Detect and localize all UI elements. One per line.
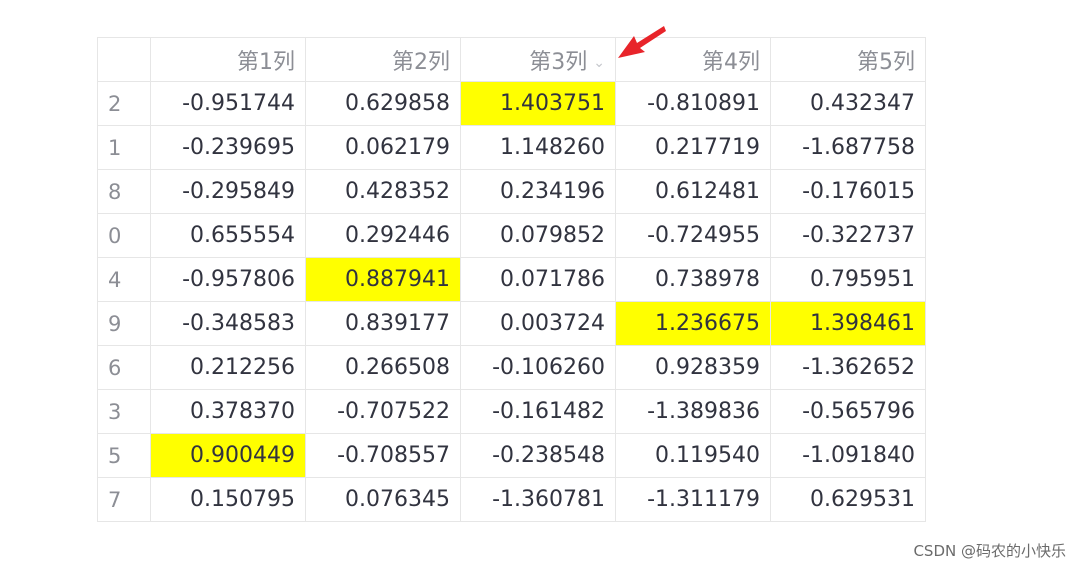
row-index-cell: 7 xyxy=(97,477,151,522)
table-cell[interactable]: 0.292446 xyxy=(305,213,461,258)
table-cell[interactable]: 0.234196 xyxy=(460,169,616,214)
table-cell[interactable]: 0.079852 xyxy=(460,213,616,258)
table-cell[interactable]: 0.629858 xyxy=(305,81,461,126)
table-row: 0 0.655554 0.292446 0.079852 -0.724955 -0.322… xyxy=(97,213,926,258)
table-body: 2 -0.951744 0.629858 1.403751 -0.810891 0.432… xyxy=(97,81,926,522)
table-cell[interactable]: -0.957806 xyxy=(150,257,306,302)
table-row: 8 -0.295849 0.428352 0.234196 0.612481 -0.176… xyxy=(97,169,926,214)
table-cell[interactable]: 0.612481 xyxy=(615,169,771,214)
table-cell[interactable]: -0.707522 xyxy=(305,389,461,434)
dataframe-table: 第1列 第2列 第3列 ⌄ 第4列 第5列 2 -0.951744 0.629858 1… xyxy=(97,37,926,522)
table-cell[interactable]: 0.071786 xyxy=(460,257,616,302)
row-index-cell: 8 xyxy=(97,169,151,214)
table-cell[interactable]: -0.565796 xyxy=(770,389,926,434)
table-cell[interactable]: -1.091840 xyxy=(770,433,926,478)
table-cell[interactable]: -0.238548 xyxy=(460,433,616,478)
table-cell[interactable]: 0.150795 xyxy=(150,477,306,522)
table-cell[interactable]: 0.212256 xyxy=(150,345,306,390)
table-cell[interactable]: -1.687758 xyxy=(770,125,926,170)
table-cell[interactable]: -1.360781 xyxy=(460,477,616,522)
table-cell[interactable]: -0.322737 xyxy=(770,213,926,258)
row-index-cell: 2 xyxy=(97,81,151,126)
row-index-cell: 0 xyxy=(97,213,151,258)
table-cell[interactable]: 0.217719 xyxy=(615,125,771,170)
column-header-label: 第4列 xyxy=(702,49,760,75)
column-header-5[interactable]: 第5列 xyxy=(770,37,926,82)
table-cell[interactable]: -1.362652 xyxy=(770,345,926,390)
column-header-label: 第2列 xyxy=(392,49,450,75)
table-cell[interactable]: -0.951744 xyxy=(150,81,306,126)
table-cell[interactable]: 0.795951 xyxy=(770,257,926,302)
table-cell[interactable]: 0.378370 xyxy=(150,389,306,434)
row-index-cell: 4 xyxy=(97,257,151,302)
table-cell[interactable]: -0.810891 xyxy=(615,81,771,126)
table-row: 4 -0.957806 0.887941 0.071786 0.738978 0.7959… xyxy=(97,257,926,302)
table-cell[interactable]: -0.708557 xyxy=(305,433,461,478)
column-header-label: 第3列 xyxy=(529,49,588,75)
table-cell[interactable]: 0.738978 xyxy=(615,257,771,302)
table-cell[interactable]: 0.655554 xyxy=(150,213,306,258)
row-index-cell: 9 xyxy=(97,301,151,346)
column-header-label: 第1列 xyxy=(237,49,295,75)
table-cell[interactable]: 1.398461 xyxy=(770,301,926,346)
column-header-label: 第5列 xyxy=(857,49,915,75)
table-cell[interactable]: 0.629531 xyxy=(770,477,926,522)
table-cell[interactable]: 0.003724 xyxy=(460,301,616,346)
row-index-cell: 5 xyxy=(97,433,151,478)
table-cell[interactable]: -0.161482 xyxy=(460,389,616,434)
table-cell[interactable]: 0.928359 xyxy=(615,345,771,390)
table-cell[interactable]: 0.432347 xyxy=(770,81,926,126)
row-index-cell: 1 xyxy=(97,125,151,170)
table-cell[interactable]: 0.119540 xyxy=(615,433,771,478)
table-cell[interactable]: 0.428352 xyxy=(305,169,461,214)
table-cell[interactable]: -1.389836 xyxy=(615,389,771,434)
header-row: 第1列 第2列 第3列 ⌄ 第4列 第5列 xyxy=(97,37,926,82)
index-header-cell xyxy=(97,37,151,82)
table-cell[interactable]: -1.311179 xyxy=(615,477,771,522)
watermark-text: CSDN @码农的小快乐 xyxy=(913,542,1066,560)
table-cell[interactable]: 0.076345 xyxy=(305,477,461,522)
table-cell[interactable]: -0.295849 xyxy=(150,169,306,214)
row-index-cell: 6 xyxy=(97,345,151,390)
table-row: 5 0.900449 -0.708557 -0.238548 0.119540 -1.09… xyxy=(97,433,926,478)
row-index-cell: 3 xyxy=(97,389,151,434)
table-cell[interactable]: -0.176015 xyxy=(770,169,926,214)
table-cell[interactable]: -0.239695 xyxy=(150,125,306,170)
table-cell[interactable]: 1.403751 xyxy=(460,81,616,126)
table-row: 9 -0.348583 0.839177 0.003724 1.236675 1.3984… xyxy=(97,301,926,346)
table-cell[interactable]: 0.900449 xyxy=(150,433,306,478)
table-cell[interactable]: -0.348583 xyxy=(150,301,306,346)
table-row: 6 0.212256 0.266508 -0.106260 0.928359 -1.362… xyxy=(97,345,926,390)
column-header-3[interactable]: 第3列 ⌄ xyxy=(460,37,616,82)
column-header-1[interactable]: 第1列 xyxy=(150,37,306,82)
table-cell[interactable]: -0.106260 xyxy=(460,345,616,390)
table-cell[interactable]: 0.062179 xyxy=(305,125,461,170)
table-cell[interactable]: 1.236675 xyxy=(615,301,771,346)
column-header-2[interactable]: 第2列 xyxy=(305,37,461,82)
table-row: 7 0.150795 0.076345 -1.360781 -1.311179 0.629… xyxy=(97,477,926,522)
table-cell[interactable]: 0.839177 xyxy=(305,301,461,346)
dataframe-table-container: 第1列 第2列 第3列 ⌄ 第4列 第5列 2 -0.951744 0.629858 1… xyxy=(97,37,926,522)
table-row: 2 -0.951744 0.629858 1.403751 -0.810891 0.432… xyxy=(97,81,926,126)
table-cell[interactable]: 0.266508 xyxy=(305,345,461,390)
table-cell[interactable]: 0.887941 xyxy=(305,257,461,302)
table-cell[interactable]: 1.148260 xyxy=(460,125,616,170)
chevron-down-icon[interactable]: ⌄ xyxy=(593,55,605,71)
table-row: 1 -0.239695 0.062179 1.148260 0.217719 -1.687… xyxy=(97,125,926,170)
table-row: 3 0.378370 -0.707522 -0.161482 -1.389836 -0.5… xyxy=(97,389,926,434)
table-cell[interactable]: -0.724955 xyxy=(615,213,771,258)
red-arrow-annotation xyxy=(618,26,666,58)
